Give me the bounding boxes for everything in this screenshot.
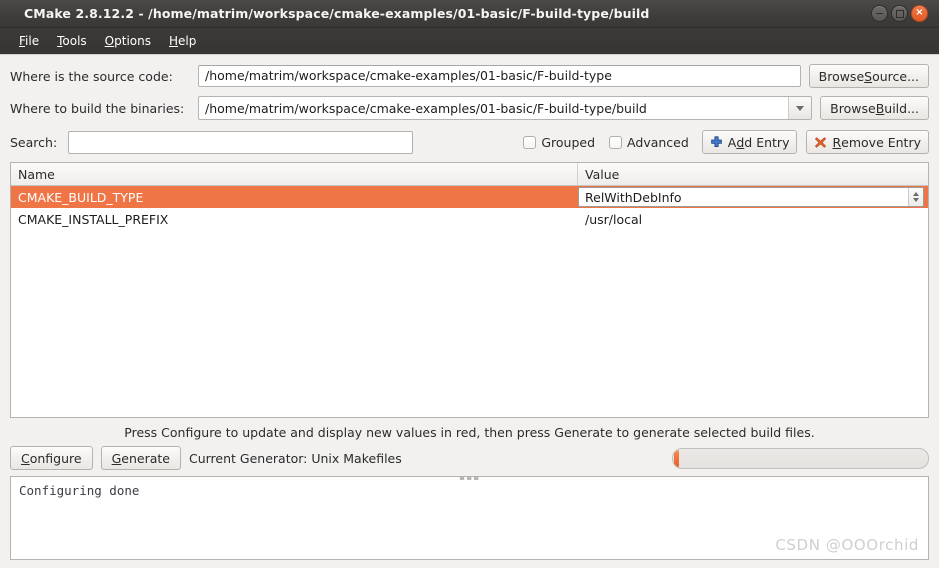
menu-bar: File Tools Options Help xyxy=(0,28,939,55)
menu-help-label: elp xyxy=(178,34,197,48)
close-button[interactable]: × xyxy=(911,5,928,22)
browse-build-button[interactable]: Browse Build... xyxy=(820,96,929,120)
configure-button[interactable]: Configure xyxy=(10,446,93,470)
cache-variables-table: Name Value CMAKE_BUILD_TYPE RelWithDebIn… xyxy=(10,162,929,418)
menu-options[interactable]: Options xyxy=(96,31,160,51)
search-label: Search: xyxy=(10,134,58,150)
browse-source-mnemonic: S xyxy=(864,68,873,84)
splitter-grip[interactable]: ▪▪▪ xyxy=(459,477,480,483)
table-row[interactable]: CMAKE_BUILD_TYPE RelWithDebInfo xyxy=(11,186,928,208)
table-header-row: Name Value xyxy=(11,163,928,186)
menu-help[interactable]: Help xyxy=(160,31,205,51)
cell-variable-name: CMAKE_INSTALL_PREFIX xyxy=(18,211,169,227)
remove-entry-mnemonic: R xyxy=(832,134,842,150)
plus-icon xyxy=(711,135,722,147)
grouped-checkbox-label: Grouped xyxy=(541,134,596,150)
window-controls: × xyxy=(871,5,933,22)
add-entry-mnemonic: d xyxy=(736,134,745,150)
minimize-icon xyxy=(876,12,883,15)
binaries-path-dropdown-button[interactable] xyxy=(788,97,812,119)
current-generator-label: Current Generator: Unix Makefiles xyxy=(188,450,402,466)
source-path-row: Where is the source code: /home/matrim/w… xyxy=(10,64,929,88)
grouped-checkbox-box xyxy=(523,135,537,149)
advanced-checkbox-box xyxy=(609,135,623,149)
browse-source-pre: Browse xyxy=(818,68,865,84)
watermark-text: CSDN @OOOrchid xyxy=(775,536,919,554)
minimize-button[interactable] xyxy=(871,5,888,22)
add-entry-button[interactable]: Add Entry xyxy=(701,130,798,154)
table-row[interactable]: CMAKE_INSTALL_PREFIX /usr/local xyxy=(11,208,928,230)
menu-tools-label: ools xyxy=(62,34,87,48)
progress-bar xyxy=(672,447,929,469)
search-input[interactable] xyxy=(68,130,413,154)
binaries-path-input[interactable]: /home/matrim/workspace/cmake-examples/01… xyxy=(199,97,788,119)
menu-tools[interactable]: Tools xyxy=(48,31,96,51)
window-title: CMake 2.8.12.2 - /home/matrim/workspace/… xyxy=(24,6,650,21)
add-entry-post: d Entry xyxy=(744,134,790,150)
menu-help-mnemonic: H xyxy=(168,34,179,48)
source-path-label: Where is the source code: xyxy=(10,68,173,84)
browse-build-mnemonic: B xyxy=(875,100,885,116)
table-body: CMAKE_BUILD_TYPE RelWithDebInfo CMAKE_IN… xyxy=(11,186,928,417)
search-row: Search: Grouped Advanced Add Entry R emo… xyxy=(0,128,939,162)
path-fields: Where is the source code: /home/matrim/w… xyxy=(0,55,939,128)
remove-entry-post: emove Entry xyxy=(841,134,921,150)
add-entry-pre: A xyxy=(727,134,737,150)
x-cross-icon xyxy=(815,136,827,148)
value-spinner[interactable] xyxy=(908,188,923,206)
configure-label: onfigure xyxy=(29,450,82,466)
binaries-path-row: Where to build the binaries: /home/matri… xyxy=(10,96,929,120)
action-bar: Configure Generate Current Generator: Un… xyxy=(0,446,939,476)
browse-source-button[interactable]: Browse Source... xyxy=(808,64,929,88)
binaries-path-combo[interactable]: /home/matrim/workspace/cmake-examples/01… xyxy=(198,96,813,120)
output-log-panel[interactable]: ▪▪▪ Configuring done CSDN @OOOrchid xyxy=(10,476,929,560)
progress-bar-fill xyxy=(674,449,680,467)
maximize-button[interactable] xyxy=(891,5,908,22)
remove-entry-button[interactable]: Remove Entry xyxy=(806,130,929,154)
generate-button[interactable]: Generate xyxy=(100,446,181,470)
generate-label: enerate xyxy=(121,450,170,466)
browse-build-post: uild... xyxy=(884,100,919,116)
main-content: Where is the source code: /home/matrim/w… xyxy=(0,55,939,568)
build-type-value-text: RelWithDebInfo xyxy=(585,189,682,205)
cell-variable-name: CMAKE_BUILD_TYPE xyxy=(18,189,144,205)
chevron-down-icon xyxy=(796,105,805,111)
browse-build-pre: Browse xyxy=(830,100,876,116)
title-bar: CMake 2.8.12.2 - /home/matrim/workspace/… xyxy=(0,0,939,28)
menu-options-label: ptions xyxy=(114,34,151,48)
spinner-up-icon[interactable] xyxy=(913,192,919,196)
menu-file[interactable]: File xyxy=(10,31,48,51)
cmake-gui-window: CMake 2.8.12.2 - /home/matrim/workspace/… xyxy=(0,0,939,568)
cell-variable-value[interactable]: /usr/local xyxy=(578,208,928,230)
browse-source-post: ource... xyxy=(872,68,919,84)
column-header-name[interactable]: Name xyxy=(11,163,578,185)
maximize-icon xyxy=(895,9,904,18)
source-path-input[interactable]: /home/matrim/workspace/cmake-examples/01… xyxy=(198,65,801,87)
column-header-value[interactable]: Value xyxy=(578,163,928,185)
menu-file-label: ile xyxy=(25,34,40,48)
configure-hint-text: Press Configure to update and display ne… xyxy=(124,425,815,440)
generate-mnemonic: G xyxy=(111,450,122,466)
grouped-checkbox[interactable]: Grouped xyxy=(523,135,595,150)
advanced-checkbox[interactable]: Advanced xyxy=(609,135,689,150)
advanced-checkbox-label: Advanced xyxy=(627,134,689,150)
cell-variable-value[interactable]: RelWithDebInfo xyxy=(578,186,928,208)
build-type-value-editor[interactable]: RelWithDebInfo xyxy=(578,187,924,207)
spinner-down-icon[interactable] xyxy=(913,198,919,202)
binaries-path-label: Where to build the binaries: xyxy=(10,100,185,116)
configure-mnemonic: C xyxy=(21,450,30,466)
close-icon: × xyxy=(915,7,924,18)
filter-checkboxes: Grouped Advanced xyxy=(509,135,689,150)
menu-options-mnemonic: O xyxy=(104,34,115,48)
